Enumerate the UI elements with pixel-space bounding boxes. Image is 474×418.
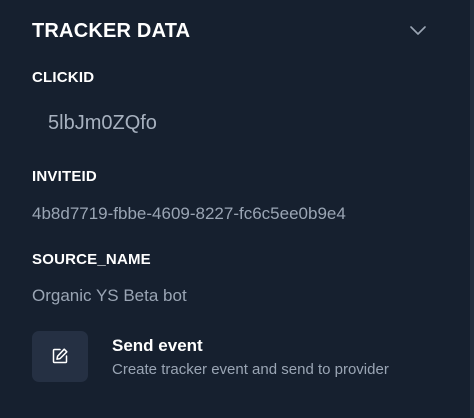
section-header[interactable]: TRACKER DATA xyxy=(32,18,428,44)
inviteid-value: 4b8d7719-fbbe-4609-8227-fc6c5ee0b9e4 xyxy=(32,204,346,223)
send-event-title: Send event xyxy=(112,336,203,355)
send-event-description: Create tracker event and send to provide… xyxy=(112,361,389,378)
section-title: TRACKER DATA xyxy=(32,19,191,42)
clickid-value: 5lbJm0ZQfo xyxy=(48,112,157,134)
send-event-button[interactable]: Send event Create tracker event and send… xyxy=(32,330,452,382)
source-name-label: SOURCE_NAME xyxy=(32,251,151,268)
clickid-label: CLICKID xyxy=(32,69,95,86)
inviteid-label: INVITEID xyxy=(32,168,97,185)
source-name-value: Organic YS Beta bot xyxy=(32,286,187,305)
tracker-data-panel: TRACKER DATA CLICKID 5lbJm0ZQfo INVITEID… xyxy=(0,0,470,418)
chevron-down-icon[interactable] xyxy=(408,21,428,41)
panel-divider xyxy=(470,0,474,418)
edit-icon xyxy=(32,330,88,382)
send-event-text: Send event Create tracker event and send… xyxy=(112,334,389,378)
